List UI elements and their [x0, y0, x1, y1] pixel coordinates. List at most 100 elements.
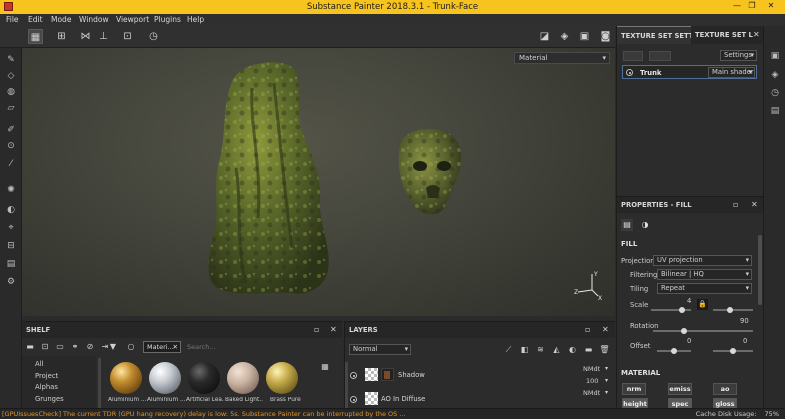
offset-y-slider-knob[interactable]	[730, 348, 736, 354]
tab-texture-set-list[interactable]: TEXTURE SET L...	[691, 26, 753, 44]
link-icon[interactable]: ⚭	[70, 342, 80, 352]
shelf-search-input[interactable]	[185, 341, 337, 353]
clone-stamp-icon[interactable]: ⊙	[5, 140, 17, 152]
float-panel-icon[interactable]: ▫	[733, 200, 738, 209]
menu-file[interactable]: File	[6, 15, 19, 24]
filter-funnel-icon[interactable]: ▼	[108, 342, 118, 352]
menu-mode[interactable]: Mode	[51, 15, 71, 24]
add-layer-stack-icon[interactable]: ≋	[535, 344, 546, 355]
geometry-icon[interactable]: ◐	[5, 204, 17, 216]
align-icon[interactable]: ⊥	[96, 29, 111, 44]
add-paint-layer-icon[interactable]: ◐	[567, 344, 578, 355]
symmetry-icon[interactable]: ⋈	[78, 29, 93, 44]
toggle-button-a[interactable]	[623, 51, 643, 61]
settings-icon[interactable]: ⚙	[5, 276, 17, 288]
menu-edit[interactable]: Edit	[28, 15, 43, 24]
category-alphas[interactable]: Alphas	[35, 383, 58, 391]
screenshot-icon[interactable]: ◙	[598, 29, 613, 44]
hide-icon[interactable]: ⊘	[85, 342, 95, 352]
display-settings-icon[interactable]: ◈	[557, 29, 572, 44]
camera-view-icon[interactable]: ◪	[537, 29, 552, 44]
close-panel-icon[interactable]: ✕	[330, 325, 337, 334]
texture-set-icon[interactable]: ▣	[769, 50, 781, 62]
category-all[interactable]: All	[35, 360, 43, 368]
projection-tool-icon[interactable]: ◍	[5, 86, 17, 98]
fill-properties-icon[interactable]: ▤	[621, 219, 633, 231]
add-effect-icon[interactable]: ⟋	[503, 344, 514, 355]
material-thumb-1[interactable]	[110, 362, 142, 394]
category-grunges[interactable]: Grunges	[35, 395, 64, 403]
bake-icon[interactable]: ✺	[5, 184, 17, 196]
smudge-icon[interactable]: ✐	[5, 124, 17, 136]
render-icon[interactable]: ▣	[577, 29, 592, 44]
float-panel-icon[interactable]: ▫	[585, 325, 590, 334]
shelf-scrollbar[interactable]	[98, 358, 101, 408]
toggle-button-b[interactable]	[649, 51, 671, 61]
category-project[interactable]: Project	[35, 372, 58, 380]
material-thumb-2[interactable]	[149, 362, 181, 394]
offset-x-slider[interactable]	[657, 348, 691, 354]
chevron-down-icon[interactable]: ▾	[605, 389, 608, 396]
export-icon[interactable]: ⊟	[5, 240, 17, 252]
layer-blend[interactable]: NMdt	[583, 389, 600, 397]
layers-scrollbar[interactable]	[345, 362, 348, 409]
new-folder-icon[interactable]: ⊡	[40, 342, 50, 352]
texture-set-row[interactable]: Trunk Main shader ▾	[622, 65, 757, 79]
scale-slider-v[interactable]	[713, 307, 753, 313]
chevron-down-icon[interactable]: ▾	[605, 377, 608, 384]
filter-chip[interactable]: Materi... ✕	[143, 341, 181, 353]
color-picker-icon[interactable]: ⁄	[5, 158, 17, 170]
scale-slider-v-knob[interactable]	[727, 307, 733, 313]
folder-icon[interactable]: ▬	[25, 342, 35, 352]
paint-brush-icon[interactable]: ✎	[5, 54, 17, 66]
emiss-channel-button[interactable]: emiss	[668, 383, 692, 395]
nrm-channel-button[interactable]: nrm	[622, 383, 646, 395]
layout-grid-icon[interactable]: ⊞	[54, 29, 69, 44]
add-fill-layer-icon[interactable]: ◭	[551, 344, 562, 355]
float-panel-icon[interactable]: ▫	[314, 325, 319, 334]
history-icon[interactable]: ◷	[146, 29, 161, 44]
close-panel-icon[interactable]: ✕	[602, 325, 609, 334]
material-sphere-icon[interactable]: ◑	[639, 219, 651, 231]
rotation-slider-knob[interactable]	[681, 328, 687, 334]
blend-mode-dropdown[interactable]: Normal ▾	[349, 344, 411, 355]
tab-texture-set-settings[interactable]: TEXTURE SET SETTI...	[617, 26, 691, 44]
add-folder-icon[interactable]: ▬	[583, 344, 594, 355]
3d-viewport[interactable]: Material ▾ Y Z X	[22, 48, 615, 316]
rotation-slider[interactable]	[653, 328, 753, 334]
display-settings-icon[interactable]: ◈	[769, 69, 781, 81]
offset-x-slider-knob[interactable]	[671, 348, 677, 354]
material-thumb-4[interactable]	[227, 362, 259, 394]
properties-scrollbar[interactable]	[758, 235, 762, 305]
texture-set-visibility-radio[interactable]	[626, 69, 633, 76]
delete-layer-icon[interactable]: 🗑	[599, 344, 610, 355]
document-icon[interactable]: ▤	[5, 258, 17, 270]
minimize-icon[interactable]: —	[730, 1, 744, 10]
offset-y-slider[interactable]	[713, 348, 753, 354]
eraser-icon[interactable]: ◇	[5, 70, 17, 82]
chevron-down-icon[interactable]: ▾	[605, 365, 608, 372]
menu-window[interactable]: Window	[79, 15, 109, 24]
menu-viewport[interactable]: Viewport	[116, 15, 149, 24]
measure-icon[interactable]: ⌖	[5, 222, 17, 234]
ao-channel-button[interactable]: ao	[713, 383, 737, 395]
layer-visibility-toggle[interactable]	[350, 372, 357, 379]
grid-view-icon[interactable]: ▦	[28, 29, 43, 44]
tiling-dropdown[interactable]: Repeat ▾	[657, 283, 752, 294]
log-icon[interactable]: ▤	[769, 105, 781, 117]
scale-slider-u[interactable]	[651, 307, 691, 313]
material-thumb-3[interactable]	[188, 362, 220, 394]
remove-filter-icon[interactable]: ✕	[173, 342, 178, 352]
menu-help[interactable]: Help	[187, 15, 204, 24]
layer-blend[interactable]: NMdt	[583, 365, 600, 373]
add-mask-icon[interactable]: ◧	[519, 344, 530, 355]
lock-icon[interactable]: 🔒	[697, 299, 708, 310]
maximize-icon[interactable]: ❐	[745, 1, 759, 10]
close-panel-icon[interactable]: ✕	[753, 30, 760, 39]
material-thumb-5[interactable]	[266, 362, 298, 394]
history-icon[interactable]: ◷	[769, 87, 781, 99]
close-panel-icon[interactable]: ✕	[751, 200, 758, 209]
shader-dropdown[interactable]: Main shader ▾	[708, 67, 755, 78]
layer-opacity[interactable]: 100	[586, 377, 598, 385]
close-window-icon[interactable]: ✕	[764, 1, 778, 10]
